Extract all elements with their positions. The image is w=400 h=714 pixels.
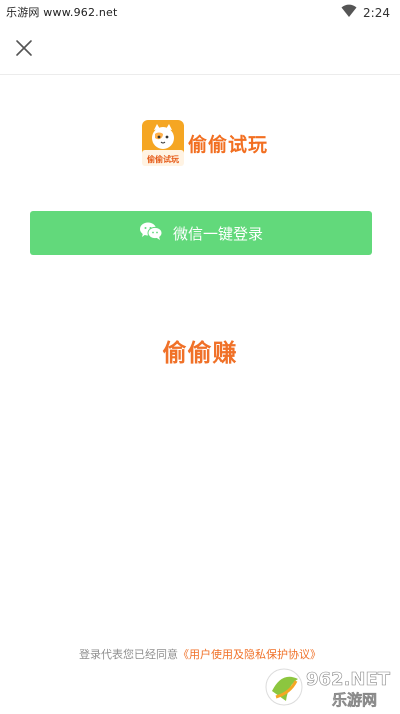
status-bar: 乐游网 www.962.net 2:24 [0,0,400,24]
close-button[interactable] [10,34,38,62]
top-bar [0,24,400,75]
wechat-login-label: 微信一键登录 [172,224,263,243]
agreement-prefix: 登录代表您已经同意 [79,648,178,661]
watermark-top-text: 962.NET [306,669,391,690]
slogan: 偷偷赚 [162,339,238,367]
brand-name: 偷偷试玩 [188,133,269,156]
wechat-icon [139,221,163,245]
app-logo-icon: 偷偷试玩 [142,120,184,166]
logo-tile-text: 偷偷试玩 [147,154,179,164]
status-time: 2:24 [363,5,390,20]
close-icon [10,40,38,66]
wifi-icon [341,3,357,22]
status-right: 2:24 [341,3,390,22]
privacy-agreement-link[interactable]: 《用户使用及隐私保护协议》 [178,648,321,661]
brand-logo: 偷偷试玩 偷偷试玩 [142,120,268,166]
wechat-login-button[interactable]: 微信一键登录 [30,211,372,255]
watermark-bottom-text: 乐游网 [332,691,377,709]
site-watermark: 962.NET 乐游网 [262,663,400,710]
status-source-text: 乐游网 www.962.net [6,6,118,19]
agreement-text: 登录代表您已经同意《用户使用及隐私保护协议》 [0,646,400,662]
